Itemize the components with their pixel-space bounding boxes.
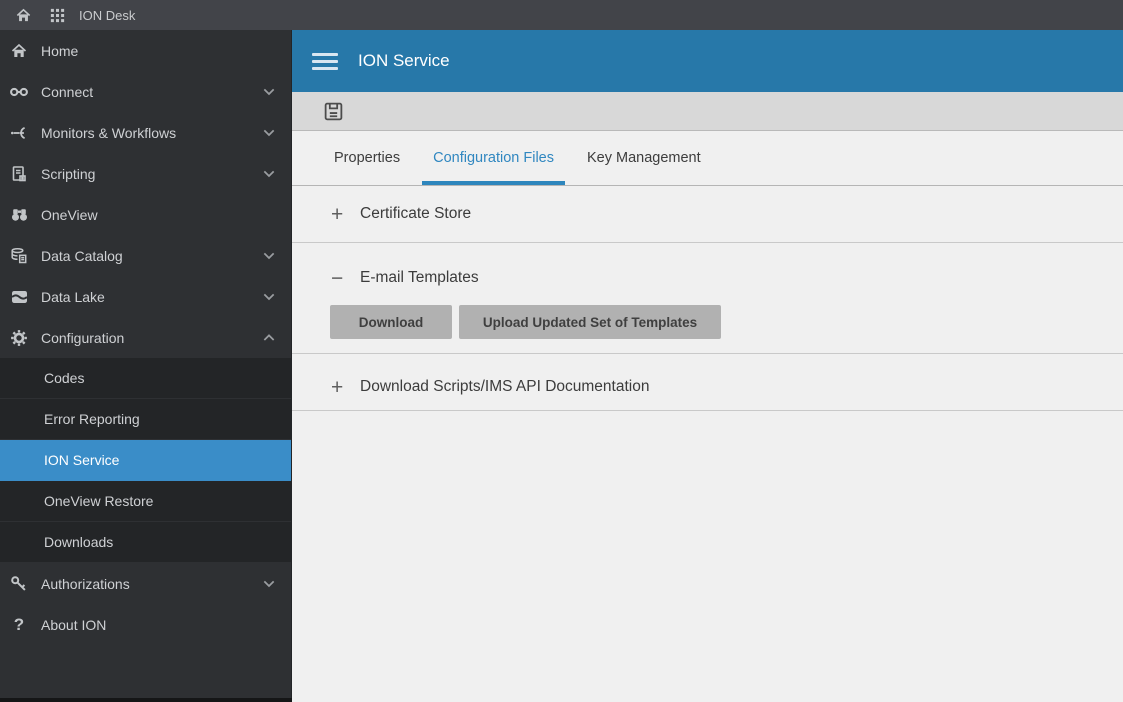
question-mark-icon: ?: [13, 614, 25, 634]
sidebar-item-home[interactable]: Home: [0, 30, 291, 71]
section-download-scripts-ims-api-documentation: + Download Scripts/IMS API Documentation: [292, 354, 1123, 411]
sidebar-subitem-label: OneView Restore: [44, 493, 154, 509]
sidebar-item-label: Data Catalog: [41, 247, 123, 264]
sidebar-item-authorizations[interactable]: Authorizations: [0, 563, 291, 604]
connect-icon: [8, 83, 30, 101]
save-button[interactable]: [322, 100, 344, 122]
sidebar-item-about-ion[interactable]: ? About ION: [0, 604, 291, 645]
section-header-download-scripts[interactable]: + Download Scripts/IMS API Documentation: [292, 354, 1123, 410]
main-panel: ION Service Properties Configuration Fil…: [292, 30, 1123, 702]
sidebar-item-label: Authorizations: [41, 575, 130, 592]
scripting-icon: [8, 165, 30, 183]
toolbar: [292, 92, 1123, 131]
sidebar-item-label: OneView: [41, 206, 98, 223]
section-email-templates: − E-mail Templates Download Upload Updat…: [292, 243, 1123, 354]
chevron-down-icon: [261, 125, 277, 141]
home-icon[interactable]: [14, 6, 32, 24]
sidebar-item-scripting[interactable]: Scripting: [0, 153, 291, 194]
section-title: Download Scripts/IMS API Documentation: [360, 378, 650, 395]
sidebar-subitem-label: Downloads: [44, 534, 114, 550]
expand-plus-icon: +: [331, 202, 344, 226]
sidebar-item-label: Configuration: [41, 329, 125, 346]
sidebar-item-configuration[interactable]: Configuration: [0, 317, 291, 358]
tab-key-management[interactable]: Key Management: [576, 131, 712, 185]
sidebar-item-label: Connect: [41, 83, 94, 100]
section-header-email-templates[interactable]: − E-mail Templates: [292, 243, 1123, 293]
sidebar-item-connect[interactable]: Connect: [0, 71, 291, 112]
tab-properties[interactable]: Properties: [323, 131, 411, 185]
download-button[interactable]: Download: [330, 305, 452, 339]
configuration-submenu: Codes Error Reporting ION Service OneVie…: [0, 358, 291, 563]
sidebar-subitem-downloads[interactable]: Downloads: [0, 522, 291, 563]
section-certificate-store: + Certificate Store: [292, 186, 1123, 243]
app-title: ION Desk: [79, 7, 136, 23]
email-templates-body: Download Upload Updated Set of Templates: [292, 293, 1123, 353]
sidebar: Home Connect Monitors & Workflows Script…: [0, 30, 292, 702]
tab-content: + Certificate Store − E-mail Templates D…: [292, 186, 1123, 702]
hamburger-menu-icon[interactable]: [312, 52, 338, 70]
apps-grid-icon[interactable]: [48, 6, 66, 24]
chevron-down-icon: [261, 576, 277, 592]
chevron-up-icon: [261, 330, 277, 346]
binoculars-icon: [8, 206, 30, 224]
page-title: ION Service: [358, 51, 450, 70]
chevron-down-icon: [261, 84, 277, 100]
collapse-minus-icon: −: [331, 266, 344, 290]
sidebar-item-data-lake[interactable]: Data Lake: [0, 276, 291, 317]
app-root: ION Desk Home Connect Monitors & Workflo…: [0, 0, 1123, 702]
sidebar-item-label: Monitors & Workflows: [41, 124, 177, 141]
sidebar-item-label: Home: [41, 42, 79, 59]
chevron-down-icon: [261, 166, 277, 182]
sidebar-subitem-label: Codes: [44, 370, 85, 386]
sidebar-subitem-codes[interactable]: Codes: [0, 358, 291, 399]
workflow-icon: [8, 124, 30, 142]
section-title: Certificate Store: [360, 205, 472, 222]
chevron-down-icon: [261, 289, 277, 305]
section-header-certificate-store[interactable]: + Certificate Store: [292, 186, 1123, 242]
data-catalog-icon: [8, 247, 30, 265]
tab-configuration-files[interactable]: Configuration Files: [422, 131, 565, 185]
data-lake-icon: [8, 288, 30, 306]
sidebar-item-label: Data Lake: [41, 288, 105, 305]
sidebar-subitem-error-reporting[interactable]: Error Reporting: [0, 399, 291, 440]
sidebar-item-oneview[interactable]: OneView: [0, 194, 291, 235]
sidebar-subitem-label: Error Reporting: [44, 411, 140, 427]
sidebar-item-label: Scripting: [41, 165, 96, 182]
upload-templates-button[interactable]: Upload Updated Set of Templates: [459, 305, 721, 339]
tab-bar: Properties Configuration Files Key Manag…: [292, 131, 1123, 186]
sidebar-subitem-oneview-restore[interactable]: OneView Restore: [0, 481, 291, 522]
page-header: ION Service: [292, 30, 1123, 92]
gear-icon: [8, 329, 30, 347]
topbar: ION Desk: [0, 0, 1123, 30]
sidebar-subitem-ion-service[interactable]: ION Service: [0, 440, 291, 481]
sidebar-subitem-label: ION Service: [44, 452, 120, 468]
sidebar-item-monitors-workflows[interactable]: Monitors & Workflows: [0, 112, 291, 153]
section-title: E-mail Templates: [360, 269, 479, 286]
home-icon: [8, 42, 30, 60]
chevron-down-icon: [261, 248, 277, 264]
key-icon: [8, 575, 30, 593]
expand-plus-icon: +: [331, 375, 344, 399]
sidebar-item-label: About ION: [41, 616, 107, 633]
sidebar-bottom-strip: [0, 698, 292, 702]
sidebar-item-data-catalog[interactable]: Data Catalog: [0, 235, 291, 276]
